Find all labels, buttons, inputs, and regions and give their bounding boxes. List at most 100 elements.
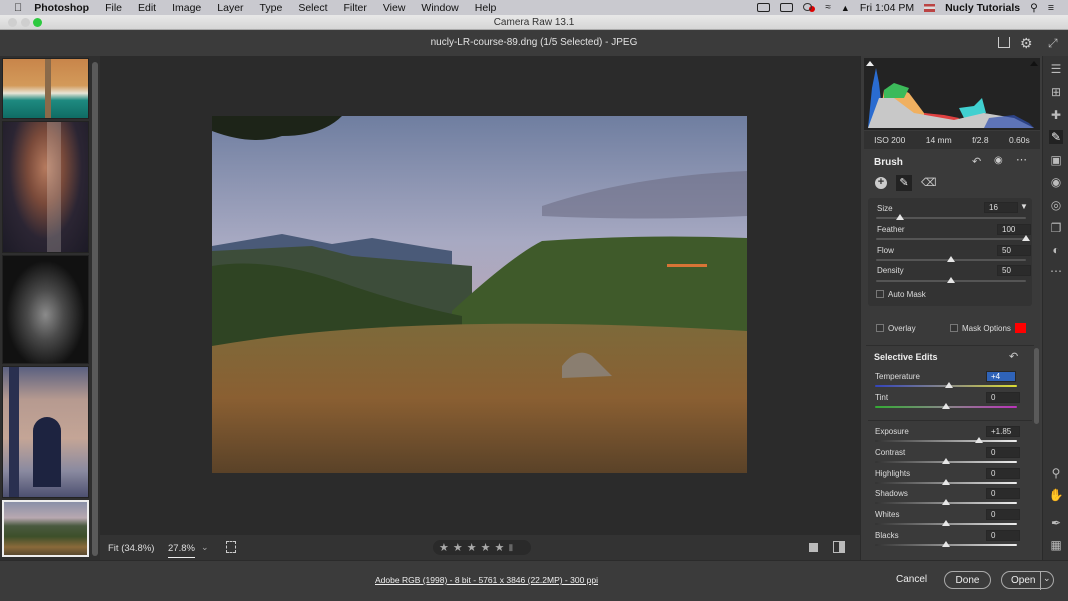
edit-sliders-icon[interactable]: ☰ (1049, 62, 1063, 76)
creative-cloud-icon[interactable] (803, 3, 816, 12)
reset-selective-edits-icon[interactable]: ↶ (1009, 350, 1018, 363)
before-after-view-icon[interactable] (833, 541, 845, 553)
grid-overlay-icon[interactable]: ▦ (1049, 538, 1063, 552)
tint-value[interactable]: 0 (986, 392, 1020, 403)
menu-window[interactable]: Window (413, 2, 466, 14)
menu-edit[interactable]: Edit (130, 2, 164, 14)
brush-tool-icon[interactable]: ✎ (896, 175, 912, 191)
exposure-slider-thumb[interactable] (974, 437, 983, 443)
zoom-tool-icon[interactable]: ⚲ (1049, 466, 1063, 480)
red-eye-icon[interactable]: ◎ (1049, 198, 1063, 212)
close-window-button[interactable] (8, 18, 17, 27)
cancel-button[interactable]: Cancel (896, 574, 927, 585)
wifi-icon[interactable]: ≈ (825, 2, 831, 13)
menu-file[interactable]: File (97, 2, 130, 14)
crop-icon[interactable]: ⊞ (1049, 85, 1063, 99)
menu-image[interactable]: Image (164, 2, 209, 14)
thumbnail-mountain-landscape-selected[interactable] (2, 500, 89, 557)
minimize-window-button[interactable] (21, 18, 30, 27)
mask-color-swatch[interactable] (1015, 323, 1026, 333)
feather-slider-thumb[interactable] (1022, 235, 1030, 241)
menu-filter[interactable]: Filter (336, 2, 375, 14)
menu-layer[interactable]: Layer (209, 2, 251, 14)
zoom-dropdown-chevron-icon[interactable]: ⌄ (201, 542, 209, 553)
thumbnail-aerial-beach[interactable] (2, 58, 89, 119)
apple-menu-icon[interactable]:  (0, 2, 26, 14)
spotlight-search-icon[interactable]: ⚲ (1030, 2, 1038, 14)
temperature-slider-thumb[interactable] (944, 382, 953, 388)
app-menu[interactable]: Photoshop (26, 2, 97, 14)
rating-star-3[interactable]: ★ (467, 541, 477, 554)
trash-icon[interactable]: ▮ (508, 542, 513, 553)
more-tools-icon[interactable]: ⋯ (1049, 264, 1063, 278)
show-mask-eye-icon[interactable]: ◉ (994, 155, 1003, 166)
notification-center-icon[interactable]: ≡ (1048, 2, 1054, 14)
fullscreen-toggle-icon[interactable]: ⤢ (1048, 31, 1058, 55)
flow-value[interactable]: 50 (997, 245, 1031, 256)
thumbnail-building-facade[interactable] (2, 366, 89, 498)
adjustment-brush-icon[interactable]: ✎ (1049, 130, 1063, 144)
panel-scrollbar[interactable] (1034, 348, 1039, 424)
mask-options-checkbox[interactable] (950, 324, 958, 332)
user-name[interactable]: Nucly Tutorials (945, 2, 1020, 14)
thumbnail-portrait-veil[interactable] (2, 121, 89, 253)
fit-zoom-button[interactable]: Fit (34.8%) (108, 543, 154, 554)
highlights-value[interactable]: 0 (986, 468, 1020, 479)
rating-star-2[interactable]: ★ (453, 541, 463, 554)
feather-slider-track[interactable] (876, 238, 1026, 240)
filmstrip-scrollbar[interactable] (92, 62, 98, 556)
graduated-filter-icon[interactable]: ▣ (1049, 153, 1063, 167)
highlights-slider-thumb[interactable] (942, 479, 950, 485)
zoom-window-button[interactable] (33, 18, 42, 27)
add-brush-icon[interactable]: + (875, 177, 887, 189)
battery-icon[interactable] (780, 3, 794, 12)
overlay-checkbox[interactable] (876, 324, 884, 332)
open-options-chevron-icon[interactable]: ⌄ (1043, 573, 1051, 584)
airplay-icon[interactable]: ▲ (841, 3, 850, 13)
color-sampler-icon[interactable]: ✒ (1049, 516, 1063, 530)
menu-type[interactable]: Type (252, 2, 291, 14)
blacks-slider-thumb[interactable] (942, 541, 950, 547)
auto-mask-checkbox[interactable] (876, 290, 884, 298)
background-color-icon[interactable] (809, 543, 818, 552)
exposure-slider-track[interactable] (875, 440, 1017, 442)
flow-slider-thumb[interactable] (947, 256, 955, 262)
reset-brush-icon[interactable]: ↶ (972, 155, 981, 168)
workflow-options-link[interactable]: Adobe RGB (1998) - 8 bit - 5761 x 3846 (… (375, 575, 598, 585)
rating-star-5[interactable]: ★ (495, 541, 505, 554)
done-button[interactable]: Done (944, 571, 991, 589)
exposure-value[interactable]: +1.85 (986, 426, 1020, 437)
toggle-filmstrip-icon[interactable] (226, 541, 236, 553)
thumbnail-portrait-bw[interactable] (2, 255, 89, 364)
healing-icon[interactable]: ✚ (1049, 108, 1063, 122)
presets-icon[interactable]: ◐ (1049, 243, 1063, 257)
settings-gear-icon[interactable]: ⚙ (1020, 31, 1033, 55)
contrast-value[interactable]: 0 (986, 447, 1020, 458)
screen-record-icon[interactable] (757, 3, 771, 12)
brush-settings-collapse-icon[interactable]: ▼ (1020, 202, 1028, 211)
shadows-slider-thumb[interactable] (942, 499, 950, 505)
shadows-value[interactable]: 0 (986, 488, 1020, 499)
density-slider-thumb[interactable] (947, 277, 955, 283)
preview-image-mountain-landscape[interactable] (212, 116, 747, 473)
menu-select[interactable]: Select (290, 2, 335, 14)
rating-star-1[interactable]: ★ (439, 541, 449, 554)
whites-value[interactable]: 0 (986, 509, 1020, 520)
snapshots-icon[interactable]: ❐ (1049, 221, 1063, 235)
eraser-icon[interactable]: ⌫ (921, 176, 937, 189)
temperature-value[interactable]: +4 (986, 371, 1016, 382)
rating-star-4[interactable]: ★ (481, 541, 491, 554)
hand-tool-icon[interactable]: ✋ (1049, 488, 1064, 502)
menu-view[interactable]: View (375, 2, 414, 14)
clock[interactable]: Fri 1:04 PM (860, 2, 914, 14)
blacks-value[interactable]: 0 (986, 530, 1020, 541)
size-value[interactable]: 16 (984, 202, 1018, 213)
more-options-icon[interactable]: ⋯ (1016, 153, 1027, 166)
size-slider-thumb[interactable] (896, 214, 904, 220)
zoom-level-field[interactable]: 27.8% (168, 543, 195, 558)
save-image-icon[interactable] (998, 37, 1010, 48)
radial-filter-icon[interactable]: ◉ (1049, 175, 1063, 189)
feather-value[interactable]: 100 (997, 224, 1031, 235)
flag-icon[interactable] (924, 3, 936, 12)
whites-slider-thumb[interactable] (942, 520, 950, 526)
